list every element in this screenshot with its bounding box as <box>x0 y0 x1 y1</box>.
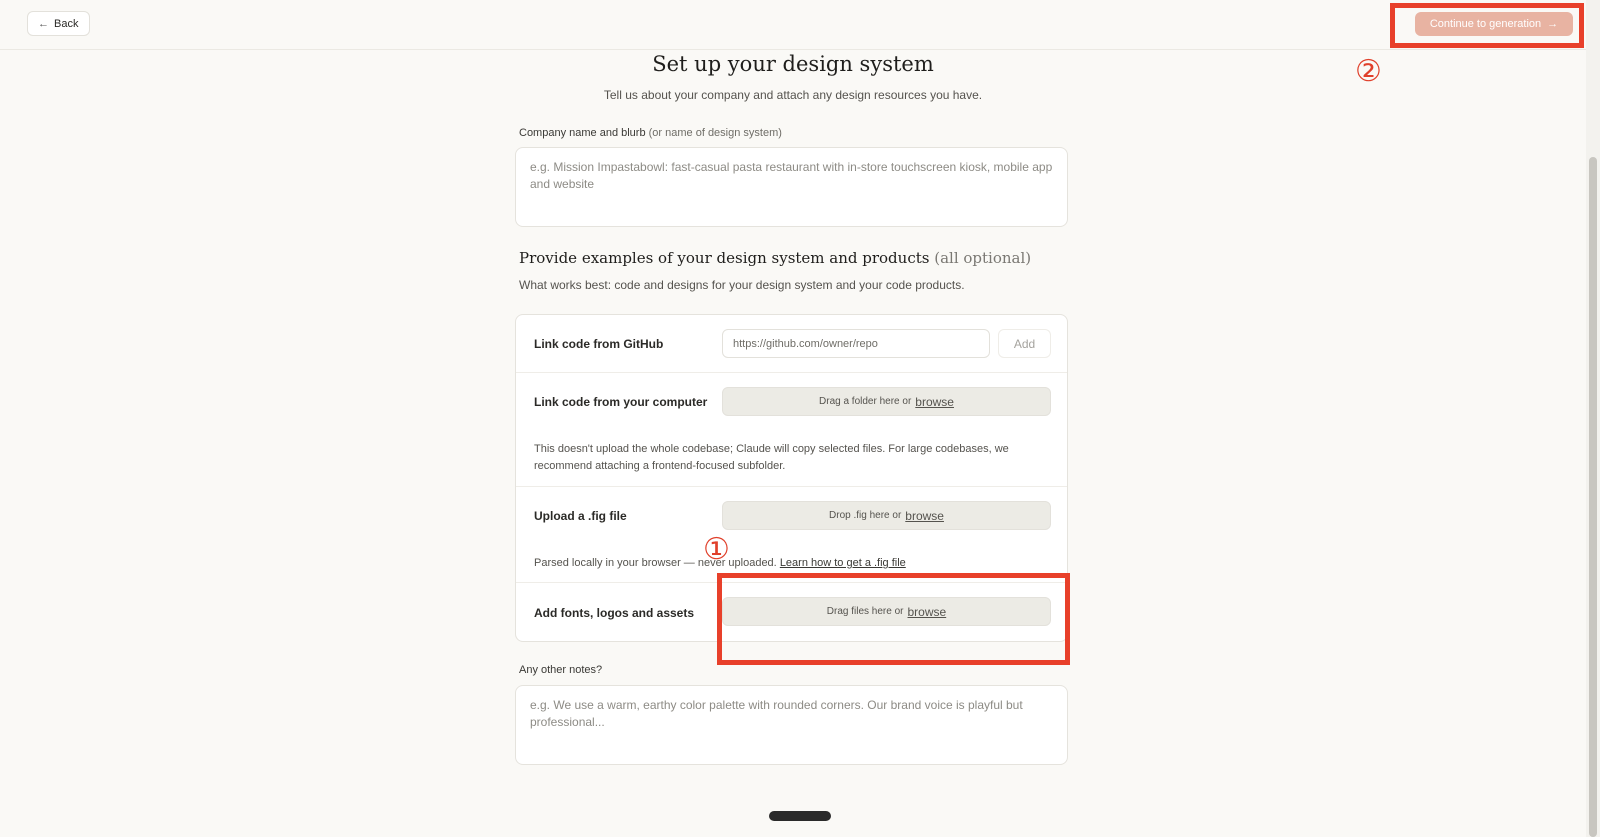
top-bar: ← Back Continue to generation → <box>0 0 1586 50</box>
assets-label: Add fonts, logos and assets <box>534 606 695 620</box>
github-label: Link code from GitHub <box>534 337 664 351</box>
arrow-left-icon: ← <box>38 17 49 30</box>
company-label-hint: (or name of design system) <box>648 127 782 139</box>
back-button-label: Back <box>54 17 79 30</box>
examples-heading-optional: (all optional) <box>934 249 1032 267</box>
examples-description: What works best: code and designs for yo… <box>519 278 965 292</box>
folder-browse-link[interactable]: browse <box>915 395 954 409</box>
scrollbar-thumb[interactable] <box>1589 157 1597 837</box>
company-label: Company name and blurb (or name of desig… <box>519 127 782 139</box>
assets-browse-link[interactable]: browse <box>908 605 947 619</box>
page-title: Set up your design system <box>652 52 934 76</box>
github-url-placeholder: https://github.com/owner/repo <box>733 337 878 350</box>
page-subtitle: Tell us about your company and attach an… <box>603 88 983 102</box>
folder-dropzone[interactable]: Drag a folder here or browse <box>722 387 1051 416</box>
examples-heading-main: Provide examples of your design system a… <box>519 249 930 267</box>
fig-help-link[interactable]: Learn how to get a .fig file <box>780 557 906 569</box>
fig-browse-link[interactable]: browse <box>905 509 944 523</box>
annotation-number-two: ② <box>1355 54 1382 89</box>
folder-drop-text: Drag a folder here or <box>819 396 912 407</box>
company-label-main: Company name and blurb <box>519 127 646 139</box>
github-url-input[interactable]: https://github.com/owner/repo <box>722 329 990 358</box>
examples-card: Link code from GitHub https://github.com… <box>515 314 1068 642</box>
notes-label: Any other notes? <box>519 664 603 676</box>
computer-note-row: This doesn't upload the whole codebase; … <box>516 431 1067 487</box>
arrow-right-icon: → <box>1547 18 1559 30</box>
examples-heading: Provide examples of your design system a… <box>519 249 1031 267</box>
fig-note-text: Parsed locally in your browser — never u… <box>534 557 777 569</box>
fig-dropzone[interactable]: Drop .fig here or browse <box>722 501 1051 530</box>
scrollbar[interactable] <box>1586 0 1600 837</box>
continue-button-label: Continue to generation <box>1429 18 1542 30</box>
github-row: Link code from GitHub https://github.com… <box>516 315 1067 373</box>
notes-textarea[interactable]: e.g. We use a warm, earthy color palette… <box>515 685 1068 765</box>
github-add-button[interactable]: Add <box>998 329 1051 358</box>
continue-to-generation-button[interactable]: Continue to generation → <box>1415 12 1573 36</box>
annotation-number-one: ① <box>703 532 730 567</box>
back-button[interactable]: ← Back <box>27 11 91 36</box>
fig-drop-text: Drop .fig here or <box>829 510 902 521</box>
fig-note-row: Parsed locally in your browser — never u… <box>516 545 1067 583</box>
assets-dropzone[interactable]: Drag files here or browse <box>722 597 1051 626</box>
fig-note: Parsed locally in your browser — never u… <box>534 555 1049 572</box>
company-placeholder: e.g. Mission Impastabowl: fast-casual pa… <box>530 160 1053 191</box>
company-textarea[interactable]: e.g. Mission Impastabowl: fast-casual pa… <box>515 147 1068 227</box>
computer-note: This doesn't upload the whole codebase; … <box>534 443 1009 472</box>
assets-row: Add fonts, logos and assets Drag files h… <box>516 583 1067 641</box>
assets-drop-text: Drag files here or <box>826 606 904 617</box>
fig-label: Upload a .fig file <box>534 509 627 523</box>
fig-row: Upload a .fig file Drop .fig here or bro… <box>516 487 1067 545</box>
home-indicator <box>769 811 831 821</box>
notes-placeholder: e.g. We use a warm, earthy color palette… <box>530 698 1023 729</box>
computer-row: Link code from your computer Drag a fold… <box>516 373 1067 431</box>
computer-label: Link code from your computer <box>534 395 708 409</box>
